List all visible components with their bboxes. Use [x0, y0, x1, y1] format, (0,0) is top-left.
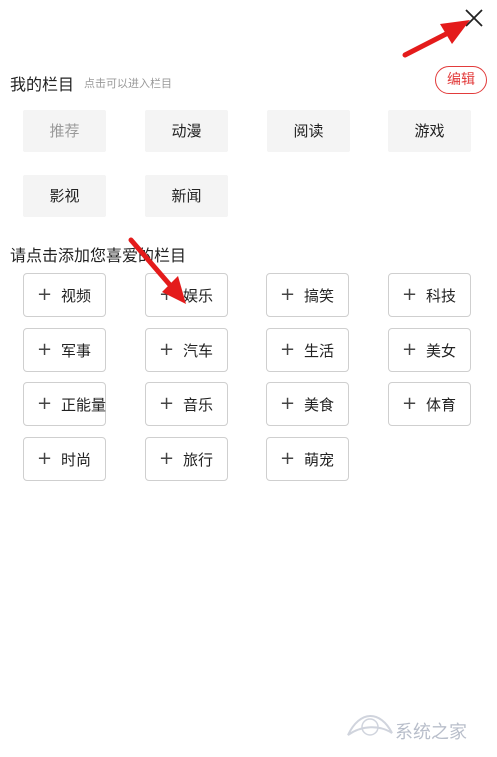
add-column-label: 娱乐 [183, 287, 214, 305]
plus-icon: + [159, 284, 175, 305]
plus-icon: + [159, 393, 175, 414]
add-column-item[interactable]: + 体育 [388, 382, 471, 426]
plus-icon: + [159, 448, 175, 469]
add-column-item[interactable]: + 汽车 [145, 328, 228, 372]
add-column-label: 萌宠 [304, 451, 335, 469]
add-column-item[interactable]: + 音乐 [145, 382, 228, 426]
plus-icon: + [402, 393, 418, 414]
plus-icon: + [280, 339, 296, 360]
add-column-label: 旅行 [183, 451, 214, 469]
my-columns-title: 我的栏目 [10, 75, 75, 94]
plus-icon: + [402, 284, 418, 305]
add-column-label: 视频 [61, 287, 92, 305]
add-column-item[interactable]: + 生活 [266, 328, 349, 372]
plus-icon: + [280, 393, 296, 414]
my-column-item[interactable]: 动漫 [145, 110, 228, 152]
my-column-item[interactable]: 新闻 [145, 175, 228, 217]
add-column-item[interactable]: + 美食 [266, 382, 349, 426]
my-column-item[interactable]: 阅读 [267, 110, 350, 152]
add-column-label: 军事 [61, 342, 92, 360]
add-column-item[interactable]: + 旅行 [145, 437, 228, 481]
add-column-item[interactable]: + 萌宠 [266, 437, 349, 481]
my-columns-hint: 点击可以进入栏目 [84, 77, 172, 90]
add-column-label: 音乐 [183, 396, 214, 414]
add-column-label: 正能量 [61, 396, 107, 414]
my-column-item[interactable]: 推荐 [23, 110, 106, 152]
add-column-item[interactable]: + 时尚 [23, 437, 106, 481]
plus-icon: + [37, 393, 53, 414]
add-columns-title: 请点击添加您喜爱的栏目 [10, 246, 187, 265]
my-column-item[interactable]: 游戏 [388, 110, 471, 152]
close-icon [465, 9, 483, 27]
plus-icon: + [280, 448, 296, 469]
plus-icon: + [37, 284, 53, 305]
add-column-label: 体育 [426, 396, 457, 414]
add-column-item[interactable]: + 美女 [388, 328, 471, 372]
add-column-item[interactable]: + 正能量 [23, 382, 106, 426]
add-column-item[interactable]: + 搞笑 [266, 273, 349, 317]
add-column-label: 汽车 [183, 342, 214, 360]
plus-icon: + [37, 339, 53, 360]
my-column-item[interactable]: 影视 [23, 175, 106, 217]
plus-icon: + [280, 284, 296, 305]
watermark-text: 系统之家 [395, 722, 467, 743]
plus-icon: + [402, 339, 418, 360]
add-column-item[interactable]: + 视频 [23, 273, 106, 317]
add-column-label: 生活 [304, 342, 335, 360]
add-column-label: 时尚 [61, 451, 92, 469]
add-column-label: 美女 [426, 342, 457, 360]
add-column-label: 科技 [426, 287, 457, 305]
add-column-label: 搞笑 [304, 287, 335, 305]
add-column-label: 美食 [304, 396, 335, 414]
close-button[interactable] [462, 6, 486, 30]
plus-icon: + [37, 448, 53, 469]
edit-button[interactable]: 编辑 [435, 66, 487, 94]
add-column-item[interactable]: + 娱乐 [145, 273, 228, 317]
add-column-item[interactable]: + 科技 [388, 273, 471, 317]
add-column-item[interactable]: + 军事 [23, 328, 106, 372]
plus-icon: + [159, 339, 175, 360]
